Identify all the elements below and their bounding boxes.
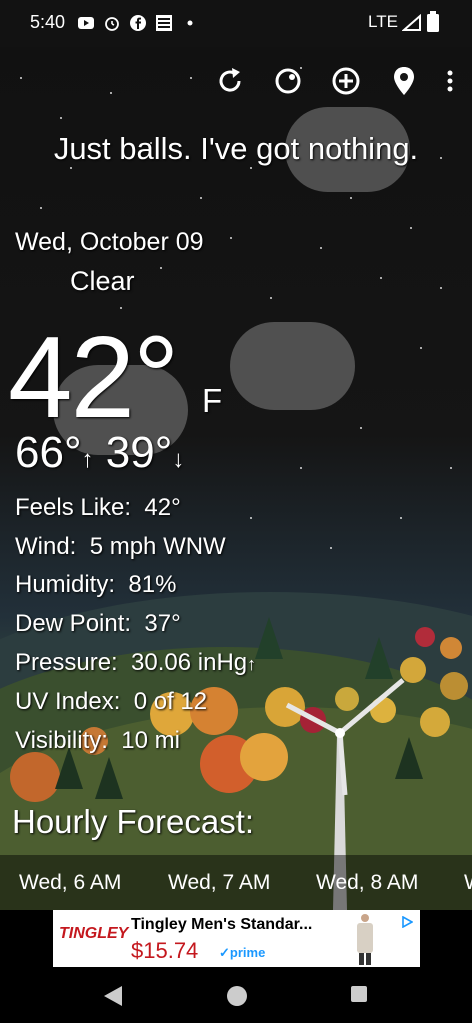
hourly-forecast-title: Hourly Forecast: bbox=[12, 803, 255, 840]
hourly-item[interactable]: W bbox=[464, 871, 472, 895]
hourly-item[interactable]: Wed, 6 AM bbox=[19, 871, 121, 895]
ad-price: $15.74 bbox=[131, 938, 199, 963]
pressure-rising-icon: ↑ bbox=[247, 654, 257, 674]
detail-humidity: Humidity: 81% bbox=[15, 571, 176, 599]
network-type: LTE bbox=[368, 12, 398, 31]
detail-value: 37° bbox=[144, 610, 181, 637]
ad-product-image bbox=[357, 914, 373, 965]
tagline: Just balls. I've got nothing. bbox=[53, 131, 419, 166]
hourly-item[interactable]: Wed, 8 AM bbox=[316, 871, 418, 895]
recents-icon[interactable] bbox=[349, 984, 369, 1004]
detail-dew-point: Dew Point: 37° bbox=[15, 610, 181, 638]
detail-value: 42° bbox=[144, 494, 181, 521]
temperature-unit: F bbox=[202, 382, 223, 419]
detail-value: 10 mi bbox=[121, 727, 180, 754]
weather-scene bbox=[0, 47, 472, 910]
hourly-item[interactable]: Wed, 7 AM bbox=[168, 871, 270, 895]
down-arrow-icon: ↓ bbox=[172, 446, 185, 473]
notification-dot-icon bbox=[187, 20, 193, 26]
current-temperature: 42° bbox=[8, 312, 179, 442]
facebook-icon bbox=[130, 15, 146, 31]
detail-uv-index: UV Index: 0 of 12 bbox=[15, 688, 207, 716]
low-temp: 39° bbox=[105, 428, 173, 477]
theme-icon bbox=[275, 68, 301, 94]
detail-value: 0 of 12 bbox=[133, 688, 208, 715]
home-icon[interactable] bbox=[225, 984, 249, 1008]
detail-wind: Wind: 5 mph WNW bbox=[15, 533, 226, 561]
location-pin-icon bbox=[394, 67, 414, 95]
navigation-bar bbox=[0, 970, 472, 1023]
detail-label: Visibility: bbox=[15, 727, 108, 754]
ad-prime-badge: ✓prime bbox=[219, 945, 266, 960]
detail-value: 30.06 inHg bbox=[131, 649, 248, 676]
battery-icon bbox=[427, 11, 439, 32]
ad-title[interactable]: Tingley Men's Standar... bbox=[131, 916, 312, 934]
location-button[interactable] bbox=[386, 63, 422, 99]
back-icon[interactable] bbox=[102, 984, 124, 1008]
detail-visibility: Visibility: 10 mi bbox=[15, 727, 180, 755]
add-location-icon bbox=[332, 67, 360, 95]
refresh-icon bbox=[219, 68, 241, 92]
status-time: 5:40 bbox=[30, 12, 66, 32]
detail-label: Wind: bbox=[15, 533, 77, 560]
ad-banner[interactable]: TINGLEY Tingley Men's Standar... $15.74 … bbox=[53, 910, 420, 967]
hourly-forecast-strip[interactable]: Wed, 6 AM Wed, 7 AM Wed, 8 AM W bbox=[0, 855, 472, 910]
current-date: Wed, October 09 bbox=[15, 228, 204, 256]
toolbar bbox=[212, 63, 456, 99]
detail-feels-like: Feels Like: 42° bbox=[15, 494, 181, 522]
high-temp: 66° bbox=[15, 428, 82, 477]
detail-value: 81% bbox=[128, 571, 177, 598]
more-icon bbox=[447, 70, 453, 92]
weather-channel-icon bbox=[156, 15, 172, 31]
adchoices-icon[interactable] bbox=[401, 916, 413, 928]
detail-pressure: Pressure: 30.06 inHg↑ bbox=[15, 649, 256, 677]
condition-label: Clear bbox=[70, 266, 135, 296]
detail-label: Pressure: bbox=[15, 649, 118, 676]
moon-icon bbox=[28, 271, 42, 299]
detail-label: UV Index: bbox=[15, 688, 121, 715]
youtube-icon bbox=[78, 17, 94, 29]
ad-brand-logo: TINGLEY bbox=[59, 925, 129, 942]
add-location-button[interactable] bbox=[328, 63, 364, 99]
alarm-icon bbox=[105, 17, 119, 31]
detail-label: Humidity: bbox=[15, 571, 116, 598]
refresh-button[interactable] bbox=[212, 63, 248, 99]
high-low: 66°↑ 39°↓ bbox=[15, 428, 184, 478]
detail-label: Feels Like: bbox=[15, 494, 132, 521]
theme-button[interactable] bbox=[270, 63, 306, 99]
up-arrow-icon: ↑ bbox=[81, 446, 94, 473]
more-options-button[interactable] bbox=[444, 63, 456, 99]
status-bar: 5:40 LTE bbox=[0, 0, 472, 47]
detail-value: 5 mph WNW bbox=[89, 533, 226, 560]
signal-icon bbox=[402, 14, 421, 31]
detail-label: Dew Point: bbox=[15, 610, 132, 637]
